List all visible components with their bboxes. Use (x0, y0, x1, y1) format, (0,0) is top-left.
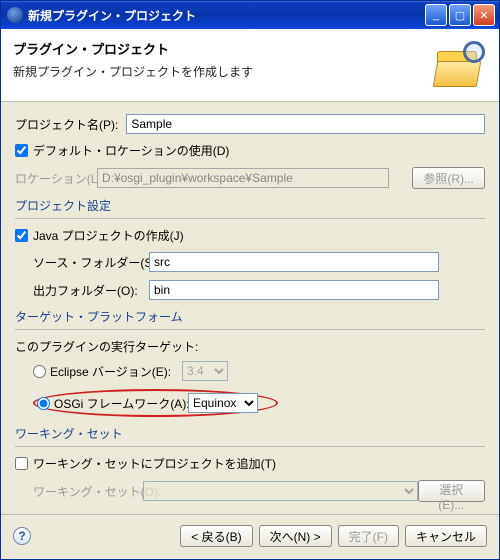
close-button[interactable]: ✕ (473, 4, 495, 26)
wizard-header: プラグイン・プロジェクト 新規プラグイン・プロジェクトを作成します (1, 29, 499, 102)
add-to-working-set-label: ワーキング・セットにプロジェクトを追加(T) (33, 455, 276, 472)
target-platform-group: ターゲット・プラットフォーム このプラグインの実行ターゲット: Eclipse … (15, 308, 485, 417)
eclipse-version-label: Eclipse バージョン(E): (50, 363, 182, 380)
project-settings-group: プロジェクト設定 Java プロジェクトの作成(J) ソース・フォルダー(S):… (15, 197, 485, 300)
target-platform-title: ターゲット・プラットフォーム (15, 308, 485, 325)
wizard-folder-icon (431, 39, 487, 89)
cancel-button[interactable]: キャンセル (405, 525, 487, 547)
help-icon[interactable]: ? (13, 527, 31, 545)
osgi-framework-select[interactable]: Equinox (188, 393, 258, 413)
next-button[interactable]: 次へ(N) > (259, 525, 332, 547)
header-subtitle: 新規プラグイン・プロジェクトを作成します (13, 63, 253, 80)
content-area: プロジェクト名(P): デフォルト・ロケーションの使用(D) ロケーション(L)… (1, 102, 499, 514)
working-set-select (143, 481, 418, 501)
add-to-working-set-checkbox[interactable] (15, 457, 28, 470)
runtime-target-label: このプラグインの実行ターゲット: (15, 338, 485, 355)
browse-button: 参照(R)... (412, 167, 485, 189)
use-default-location-checkbox[interactable] (15, 144, 28, 157)
header-title: プラグイン・プロジェクト (13, 39, 253, 58)
project-name-input[interactable] (126, 114, 485, 134)
back-button[interactable]: < 戻る(B) (180, 525, 252, 547)
create-java-project-label: Java プロジェクトの作成(J) (33, 227, 184, 244)
titlebar: 新規プラグイン・プロジェクト _ ▢ ✕ (1, 1, 499, 29)
window-title: 新規プラグイン・プロジェクト (28, 7, 423, 24)
location-label: ロケーション(L): (15, 170, 93, 187)
osgi-highlight-ellipse: OSGi フレームワーク(A): Equinox (33, 389, 278, 417)
working-set-group: ワーキング・セット ワーキング・セットにプロジェクトを追加(T) ワーキング・セ… (15, 425, 485, 502)
output-folder-label: 出力フォルダー(O): (33, 282, 143, 299)
location-input (97, 168, 389, 188)
minimize-button[interactable]: _ (425, 4, 447, 26)
maximize-button[interactable]: ▢ (449, 4, 471, 26)
wizard-footer: ? < 戻る(B) 次へ(N) > 完了(F) キャンセル (1, 515, 499, 559)
eclipse-icon (7, 7, 23, 23)
eclipse-version-radio[interactable] (33, 365, 46, 378)
create-java-project-checkbox[interactable] (15, 229, 28, 242)
output-folder-input[interactable] (149, 280, 439, 300)
working-set-title: ワーキング・セット (15, 425, 485, 442)
osgi-framework-radio[interactable] (37, 397, 50, 410)
project-settings-title: プロジェクト設定 (15, 197, 485, 214)
osgi-framework-label: OSGi フレームワーク(A): (54, 395, 182, 412)
eclipse-version-select: 3.4 (182, 361, 228, 381)
working-set-label: ワーキング・セット(O): (33, 483, 143, 500)
working-set-select-button: 選択(E)... (418, 480, 485, 502)
source-folder-label: ソース・フォルダー(S): (33, 254, 143, 271)
project-name-label: プロジェクト名(P): (15, 116, 118, 133)
source-folder-input[interactable] (149, 252, 439, 272)
use-default-location-label: デフォルト・ロケーションの使用(D) (33, 142, 229, 159)
finish-button: 完了(F) (338, 525, 399, 547)
